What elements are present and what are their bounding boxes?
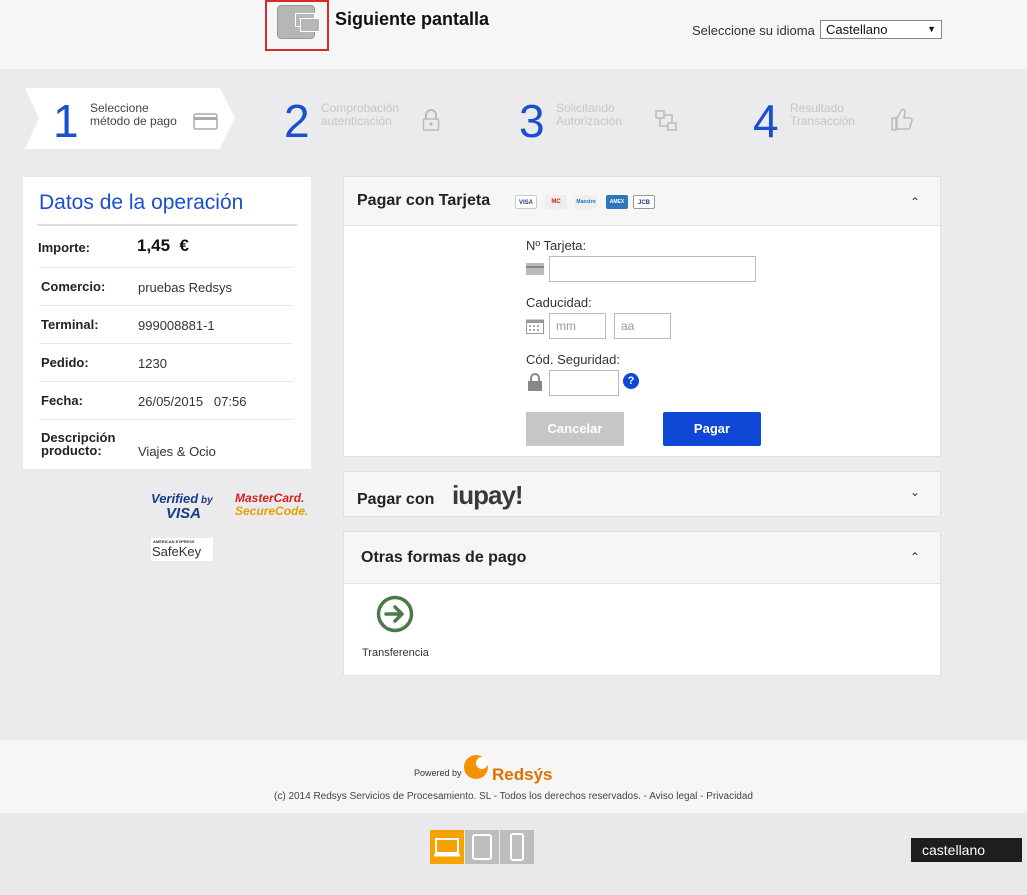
amount-row: Importe: 1,45 € bbox=[38, 227, 293, 268]
step-2: 2 Comprobación autenticación bbox=[284, 88, 464, 149]
info-value: Viajes & Ocio bbox=[138, 444, 216, 459]
bottom-bar bbox=[0, 813, 1027, 895]
info-row: Pedido: 1230 bbox=[39, 344, 293, 382]
pay-button[interactable]: Pagar bbox=[663, 412, 761, 446]
help-icon[interactable]: ? bbox=[623, 373, 639, 389]
bottom-language-selector[interactable]: castellano bbox=[911, 838, 1022, 862]
amex-safekey-logo: AMERICAN EXPRESS SafeKey bbox=[151, 538, 213, 561]
other-methods-header[interactable]: Otras formas de pago ⌃ bbox=[344, 532, 940, 584]
footer: Powered by Redsýs (c) 2014 Redsys Servic… bbox=[0, 740, 1027, 813]
info-row: Descripción producto: Viajes & Ocio bbox=[39, 420, 293, 465]
powered-by-label: Powered by bbox=[414, 768, 462, 778]
step-label: Resultado Transacción bbox=[790, 101, 855, 128]
chevron-down-icon[interactable]: ⌄ bbox=[910, 485, 920, 499]
mastercard-securecode-logo: MasterCard. SecureCode. bbox=[235, 491, 309, 518]
amount-value: 1,45 € bbox=[137, 236, 189, 255]
visa-icon: VISA bbox=[515, 195, 537, 209]
mobile-view-button[interactable] bbox=[500, 830, 534, 864]
info-row: Comercio: pruebas Redsys bbox=[39, 268, 293, 306]
expiry-year-input[interactable]: aa bbox=[614, 313, 671, 339]
step-number: 1 bbox=[53, 95, 79, 147]
mobile-icon bbox=[510, 833, 524, 861]
info-value: 999008881-1 bbox=[138, 318, 215, 333]
card-payment-header[interactable]: Pagar con Tarjeta VISA MC Maestro AMEX J… bbox=[344, 177, 940, 226]
iupay-logo: iupay! bbox=[452, 480, 524, 510]
expiry-label: Caducidad: bbox=[526, 295, 592, 310]
footer-links: (c) 2014 Redsys Servicios de Procesamien… bbox=[0, 791, 1027, 802]
other-methods-panel: Otras formas de pago ⌃ Transferencia bbox=[343, 531, 941, 676]
redsys-logo-icon bbox=[464, 755, 488, 779]
step-number: 4 bbox=[753, 95, 779, 147]
expiry-month-input[interactable]: mm bbox=[549, 313, 606, 339]
footer-separator: - bbox=[700, 791, 704, 802]
calendar-icon bbox=[526, 319, 544, 334]
language-select[interactable]: Castellano ▼ bbox=[820, 20, 942, 39]
jcb-icon: JCB bbox=[633, 195, 655, 209]
operation-data-panel: Datos de la operación Importe: 1,45 € Co… bbox=[23, 177, 311, 469]
copyright-text: (c) 2014 Redsys Servicios de Procesamien… bbox=[274, 791, 647, 802]
security-logos: Verified by VISA MasterCard. SecureCode.… bbox=[150, 490, 310, 570]
amount-label: Importe: bbox=[38, 240, 90, 255]
info-value: 1230 bbox=[138, 356, 167, 371]
chevron-up-icon[interactable]: ⌃ bbox=[910, 550, 920, 564]
desktop-view-button[interactable] bbox=[430, 830, 464, 864]
language-label: Seleccione su idioma bbox=[692, 23, 815, 38]
credit-card-icon bbox=[526, 263, 544, 275]
privacy-link[interactable]: Privacidad bbox=[706, 791, 753, 802]
dropdown-arrow-icon: ▼ bbox=[927, 24, 936, 34]
transfer-arrow-icon[interactable] bbox=[376, 595, 414, 633]
step-number: 3 bbox=[519, 95, 545, 147]
step-label: Solicitando Autorización bbox=[556, 101, 623, 128]
info-value: pruebas Redsys bbox=[138, 280, 232, 295]
info-label: Fecha: bbox=[41, 393, 83, 408]
thumbs-up-icon bbox=[891, 108, 913, 131]
card-payment-title: Pagar con Tarjeta bbox=[357, 192, 491, 209]
step-number: 2 bbox=[284, 95, 310, 147]
language-selected-value: Castellano bbox=[826, 22, 888, 37]
verified-by-visa-logo: Verified by VISA bbox=[151, 491, 213, 522]
tablet-view-button[interactable] bbox=[465, 830, 499, 864]
info-row: Terminal: 999008881-1 bbox=[39, 306, 293, 344]
cvv-label: Cód. Seguridad: bbox=[526, 352, 620, 367]
card-number-input[interactable] bbox=[549, 256, 756, 282]
next-screen-icon[interactable] bbox=[265, 0, 329, 51]
step-3: 3 Solicitando Autorización bbox=[519, 88, 699, 149]
cancel-button[interactable]: Cancelar bbox=[526, 412, 624, 446]
cvv-input[interactable] bbox=[549, 370, 619, 396]
next-screen-label[interactable]: Siguiente pantalla bbox=[335, 9, 489, 30]
maestro-icon: Maestro bbox=[575, 195, 597, 209]
desktop-icon bbox=[434, 838, 460, 857]
card-number-label: Nº Tarjeta: bbox=[526, 238, 587, 253]
info-label: Comercio: bbox=[41, 279, 106, 294]
redsys-logo-text: Redsýs bbox=[492, 765, 553, 784]
step-1: 1 Seleccione método de pago bbox=[53, 88, 233, 149]
lock-icon bbox=[528, 373, 542, 391]
legal-link[interactable]: Aviso legal bbox=[649, 791, 697, 802]
network-icon bbox=[655, 110, 677, 131]
iupay-title: Pagar con bbox=[357, 491, 435, 508]
other-methods-title: Otras formas de pago bbox=[361, 549, 527, 566]
info-row: Fecha: 26/05/2015 07:56 bbox=[39, 382, 293, 420]
operation-title: Datos de la operación bbox=[39, 191, 244, 214]
mastercard-icon: MC bbox=[545, 195, 567, 209]
card-payment-panel: Pagar con Tarjeta VISA MC Maestro AMEX J… bbox=[343, 176, 941, 457]
info-label: Pedido: bbox=[41, 355, 89, 370]
tablet-icon bbox=[472, 834, 492, 860]
step-label: Seleccione método de pago bbox=[90, 101, 177, 128]
transfer-label[interactable]: Transferencia bbox=[362, 647, 429, 659]
step-label: Comprobación autenticación bbox=[321, 101, 400, 128]
info-value: 26/05/2015 07:56 bbox=[138, 394, 247, 409]
info-label: Descripción producto: bbox=[41, 430, 116, 458]
step-4: 4 Resultado Transacción bbox=[753, 88, 933, 149]
windows-icon bbox=[277, 5, 320, 39]
iupay-panel[interactable]: Pagar con iupay! ⌄ bbox=[343, 471, 941, 517]
amex-icon: AMEX bbox=[606, 195, 628, 209]
credit-card-icon bbox=[193, 113, 218, 130]
info-label: Terminal: bbox=[41, 317, 99, 332]
divider bbox=[37, 224, 297, 226]
lock-icon bbox=[422, 109, 440, 131]
chevron-up-icon[interactable]: ⌃ bbox=[910, 195, 920, 209]
